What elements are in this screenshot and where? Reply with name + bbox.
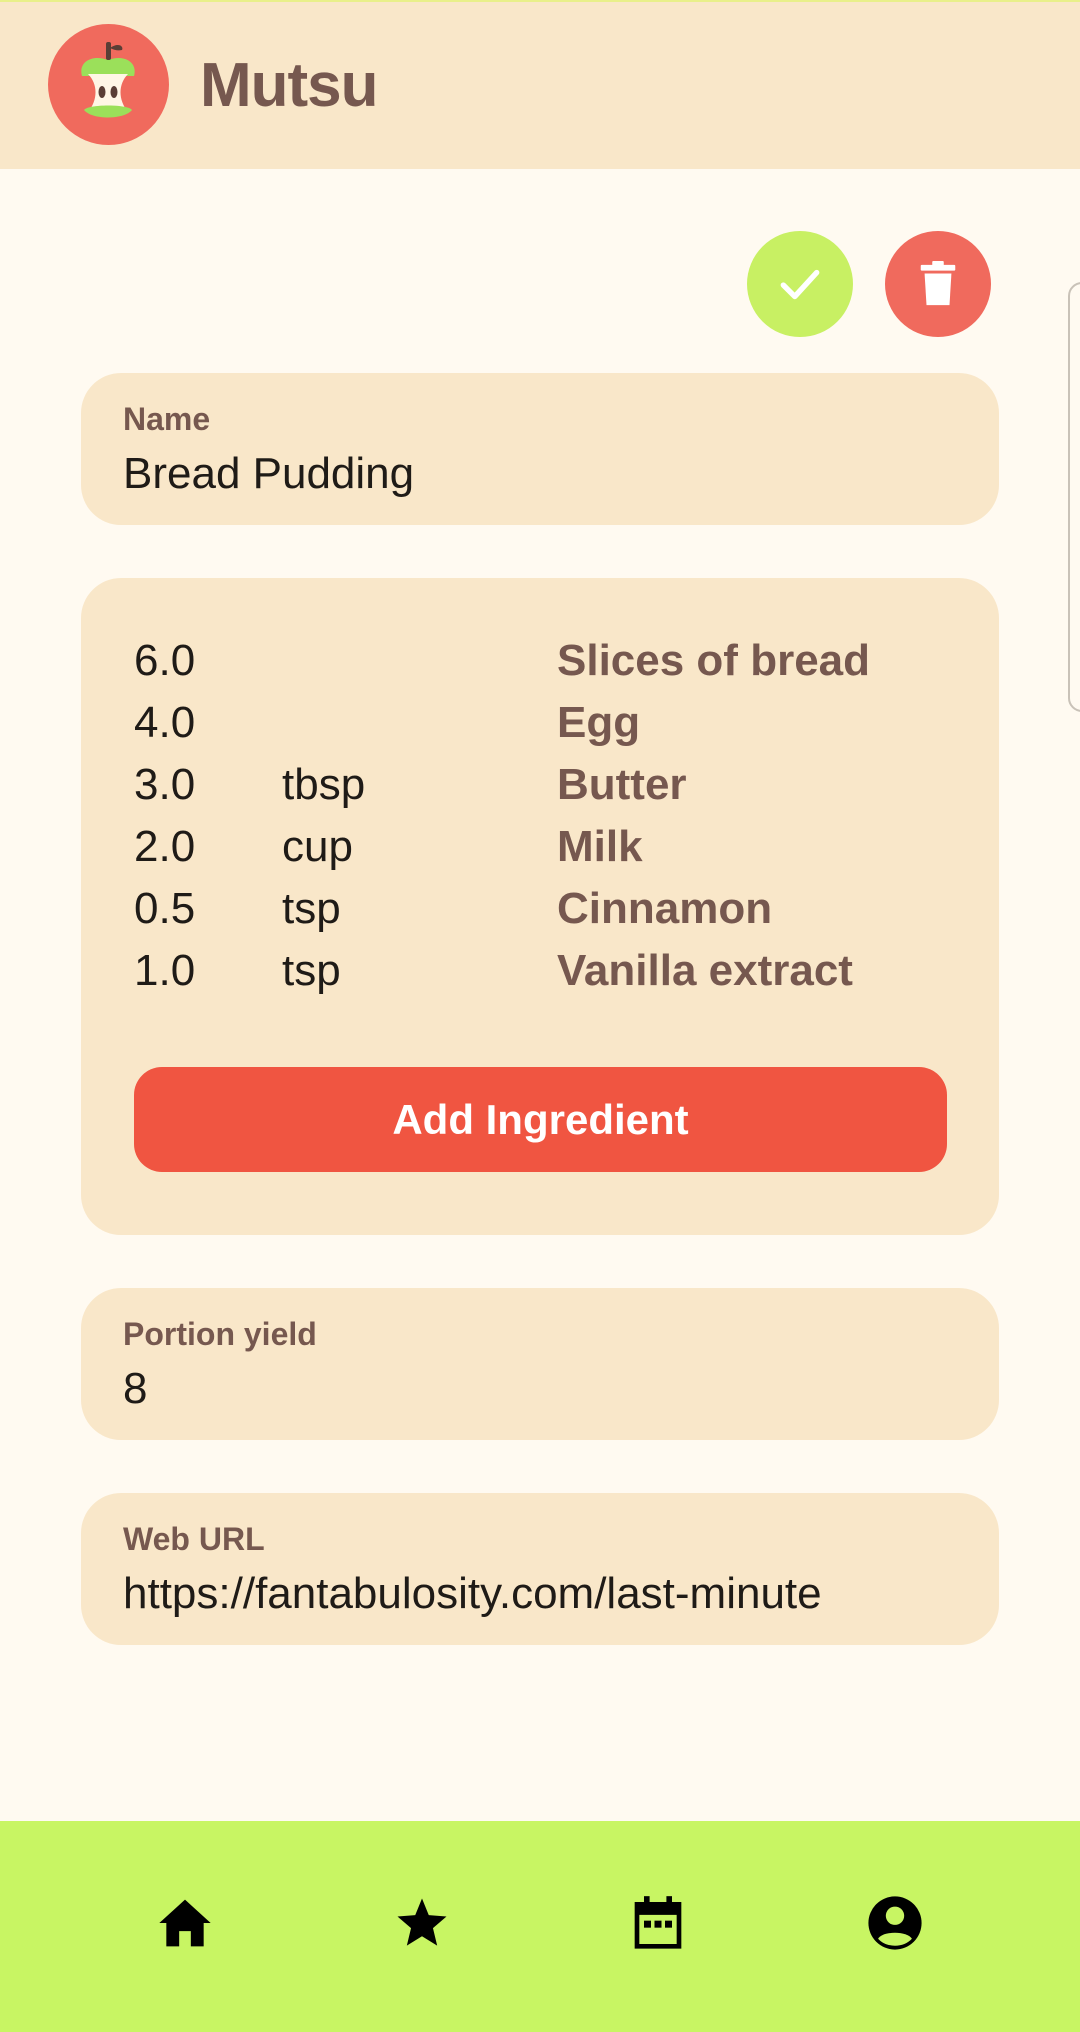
bottom-navigation <box>0 1821 1080 2032</box>
account-circle-icon <box>868 1896 922 1950</box>
calendar-icon <box>634 1896 682 1949</box>
portion-yield-value[interactable]: 8 <box>123 1364 973 1414</box>
ingredient-row[interactable]: 1.0 tsp Vanilla extract <box>134 946 954 1008</box>
ingredient-row[interactable]: 4.0 Egg <box>134 698 954 760</box>
app-root: Mutsu Name Bread Pudding 6.0 Slices of b… <box>0 0 1080 2032</box>
ingredient-unit: tbsp <box>282 760 366 809</box>
app-header: Mutsu <box>0 0 1080 169</box>
add-ingredient-label: Add Ingredient <box>392 1095 689 1143</box>
ingredient-quantity: 3.0 <box>134 760 196 809</box>
name-field[interactable]: Name Bread Pudding <box>81 373 999 525</box>
checkmark-icon <box>780 269 820 300</box>
name-label: Name <box>123 401 211 437</box>
ingredient-name: Egg <box>557 698 641 747</box>
ingredient-row[interactable]: 0.5 tsp Cinnamon <box>134 884 954 946</box>
ingredient-row[interactable]: 6.0 Slices of bread <box>134 636 954 698</box>
portion-yield-label: Portion yield <box>123 1316 317 1352</box>
ingredient-unit: tsp <box>282 884 341 933</box>
ingredient-unit: tsp <box>282 946 341 995</box>
ingredient-name: Cinnamon <box>557 884 773 933</box>
app-title: Mutsu <box>200 51 379 120</box>
trash-icon <box>920 261 956 306</box>
apple-core-icon <box>48 24 169 145</box>
ingredient-row[interactable]: 2.0 cup Milk <box>134 822 954 884</box>
ingredient-list: 6.0 Slices of bread 4.0 Egg 3.0 tbsp But… <box>134 636 954 1008</box>
ingredient-quantity: 4.0 <box>134 698 196 747</box>
ingredient-unit: cup <box>282 822 353 871</box>
ingredients-card: 6.0 Slices of bread 4.0 Egg 3.0 tbsp But… <box>81 578 999 1235</box>
ingredient-name: Butter <box>557 760 687 809</box>
home-icon <box>159 1899 211 1947</box>
nav-home[interactable] <box>135 1873 235 1973</box>
delete-button[interactable] <box>885 231 991 337</box>
web-url-value[interactable]: https://fantabulosity.com/last-minute <box>123 1569 973 1619</box>
portion-yield-field[interactable]: Portion yield 8 <box>81 1288 999 1440</box>
web-url-label: Web URL <box>123 1521 265 1557</box>
ingredient-quantity: 0.5 <box>134 884 196 933</box>
ingredient-quantity: 6.0 <box>134 636 196 685</box>
save-button[interactable] <box>747 231 853 337</box>
edge-panel-handle[interactable] <box>1068 282 1080 712</box>
web-url-field[interactable]: Web URL https://fantabulosity.com/last-m… <box>81 1493 999 1645</box>
ingredient-row[interactable]: 3.0 tbsp Butter <box>134 760 954 822</box>
ingredient-quantity: 1.0 <box>134 946 196 995</box>
nav-calendar[interactable] <box>608 1873 708 1973</box>
ingredient-name: Milk <box>557 822 643 871</box>
ingredient-name: Slices of bread <box>557 636 871 685</box>
add-ingredient-button[interactable]: Add Ingredient <box>134 1067 947 1172</box>
nav-profile[interactable] <box>845 1873 945 1973</box>
nav-favorites[interactable] <box>372 1873 472 1973</box>
ingredient-quantity: 2.0 <box>134 822 196 871</box>
star-icon <box>397 1898 447 1946</box>
name-value[interactable]: Bread Pudding <box>123 449 973 499</box>
ingredient-name: Vanilla extract <box>557 946 853 995</box>
